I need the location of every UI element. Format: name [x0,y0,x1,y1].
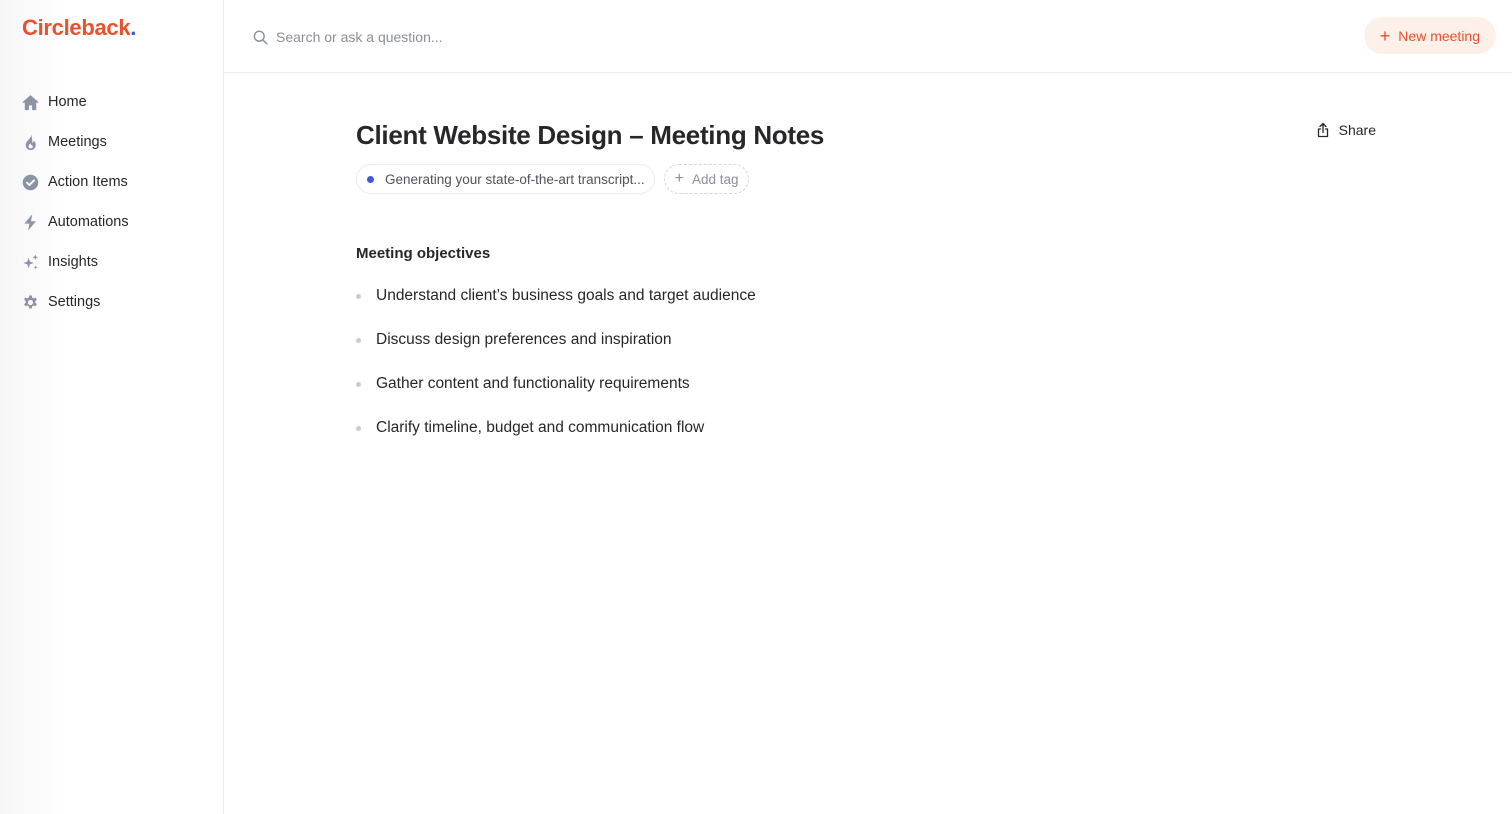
new-meeting-label: New meeting [1398,27,1480,44]
bullet-icon [356,293,361,299]
sparkles-icon [20,252,40,272]
sidebar-item-home[interactable]: Home [20,82,210,122]
status-dot-icon [367,175,374,183]
list-item-text: Gather content and functionality require… [376,375,690,392]
list-item: Discuss design preferences and inspirati… [356,318,1376,362]
add-tag-button[interactable]: + Add tag [663,164,749,194]
app-window: Circleback. Home Meetings Action Items A… [0,0,1512,814]
brand-dot: . [130,15,137,40]
share-label: Share [1338,122,1376,138]
list-item-text: Clarify timeline, budget and communicati… [376,419,705,436]
add-tag-label: Add tag [691,171,739,187]
flame-icon [20,132,40,152]
gear-icon [20,292,40,312]
main-area: + New meeting Client Website Design – Me… [224,0,1512,814]
plus-icon: + [1379,25,1391,46]
brand-logo[interactable]: Circleback. [22,15,136,41]
list-item: Understand client’s business goals and t… [356,274,1376,318]
sidebar-item-label: Home [48,94,87,110]
status-badge: Generating your state-of-the-art transcr… [356,164,655,194]
share-icon [1317,122,1328,138]
status-text: Generating your state-of-the-art transcr… [385,171,645,187]
sidebar-item-label: Action Items [48,174,128,190]
sidebar-item-label: Automations [48,214,129,230]
top-bar: + New meeting [224,0,1512,73]
search-icon [253,30,268,45]
search-input[interactable] [276,29,716,45]
bullet-icon [356,337,361,343]
sidebar-item-automations[interactable]: Automations [20,202,210,242]
tag-row: Generating your state-of-the-art transcr… [356,164,1376,194]
sidebar: Circleback. Home Meetings Action Items A… [0,0,224,814]
new-meeting-button[interactable]: + New meeting [1363,17,1496,54]
check-circle-icon [20,172,40,192]
list-item: Clarify timeline, budget and communicati… [356,406,1376,450]
list-item-text: Understand client’s business goals and t… [376,287,756,304]
section-heading: Meeting objectives [356,245,491,262]
plus-icon: + [674,170,684,187]
bolt-icon [20,212,40,232]
brand-name: Circleback [22,15,131,40]
sidebar-nav: Home Meetings Action Items Automations I… [20,82,210,322]
list-item-text: Discuss design preferences and inspirati… [376,331,672,348]
sidebar-item-settings[interactable]: Settings [20,282,210,322]
objectives-list: Understand client’s business goals and t… [356,274,1376,450]
meeting-content: Client Website Design – Meeting Notes Sh… [356,120,1376,450]
sidebar-item-meetings[interactable]: Meetings [20,122,210,162]
share-button[interactable]: Share [1315,122,1376,138]
sidebar-item-label: Meetings [48,134,107,150]
bullet-icon [356,381,361,387]
home-icon [20,92,40,112]
sidebar-item-label: Insights [48,254,98,270]
search-bar[interactable] [252,26,752,48]
sidebar-item-insights[interactable]: Insights [20,242,210,282]
page-title: Client Website Design – Meeting Notes [356,120,825,150]
sidebar-item-action-items[interactable]: Action Items [20,162,210,202]
bullet-icon [356,425,361,431]
sidebar-item-label: Settings [48,294,101,310]
list-item: Gather content and functionality require… [356,362,1376,406]
